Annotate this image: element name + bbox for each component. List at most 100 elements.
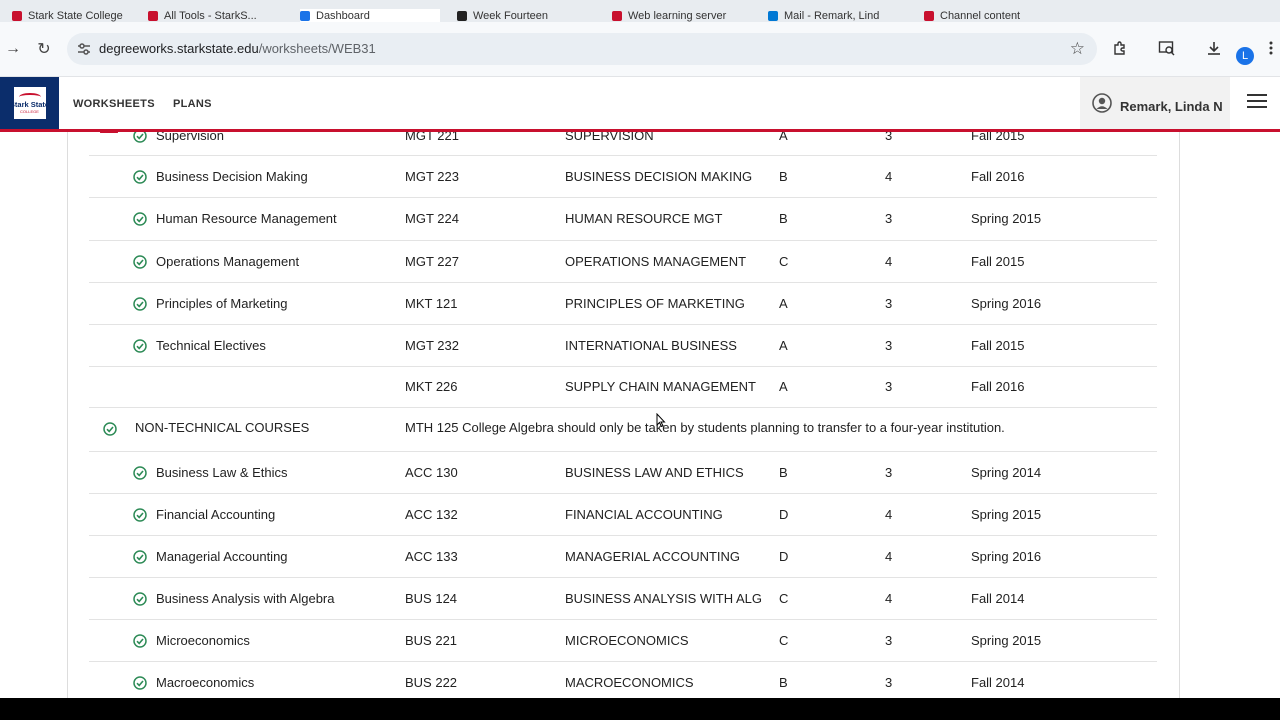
cell-grade: C [779,591,789,606]
browser-tab[interactable]: Week Fourteen [457,9,597,22]
browser-tab[interactable]: Stark State College [12,9,152,22]
cell-title: FINANCIAL ACCOUNTING [565,507,723,522]
url-path: /worksheets/WEB31 [258,41,376,56]
cell-req: Financial Accounting [156,507,276,522]
degreeworks-app: Supervision MGT 221 SUPERVISION A 3 Fall 2015… [0,77,1280,698]
cell-course[interactable]: BUS 124 [405,591,457,606]
extensions-icon[interactable] [1109,37,1131,59]
cell-req: Business Analysis with Algebra [156,591,335,606]
site-info-icon[interactable] [76,41,92,57]
cell-title: BUSINESS ANALYSIS WITH ALG [565,591,762,606]
tab-title: All Tools - StarkS... [164,10,257,22]
cell-course[interactable]: MGT 232 [405,338,459,353]
cell-req: Business Decision Making [156,169,308,184]
browser-menu-icon[interactable] [1264,37,1278,59]
download-icon[interactable] [1203,37,1225,59]
cell-grade: D [779,549,789,564]
complete-check-icon [133,255,147,269]
course-row[interactable]: Managerial Accounting ACC 133 MANAGERIAL A… [89,536,1157,578]
cell-course[interactable]: MGT 227 [405,254,459,269]
hamburger-menu-icon[interactable] [1247,94,1267,110]
cell-req: Principles of Marketing [156,296,288,311]
nav-plans[interactable]: PLANS [173,98,212,110]
course-row[interactable]: Business Analysis with Algebra BUS 124 BUS… [89,578,1157,620]
tab-title: Channel content [940,10,1021,22]
cell-course[interactable]: MGT 223 [405,169,459,184]
cell-course[interactable]: MKT 226 [405,379,458,394]
cell-term: Fall 2015 [971,254,1025,269]
course-row[interactable]: Technical Electives MGT 232 INTERNATIONAL … [89,325,1157,367]
browser-tab[interactable]: Channel content [924,9,1064,22]
course-row[interactable]: Business Decision Making MGT 223 BUSINESS … [89,156,1157,198]
cell-course[interactable]: ACC 133 [405,549,458,564]
forward-icon[interactable]: → [3,39,23,59]
browser-tab[interactable]: All Tools - StarkS... [148,9,288,22]
tab-title: Stark State College [28,10,123,22]
course-row[interactable]: Principles of Marketing MKT 121 PRINCIPLES… [89,283,1157,325]
cell-title: INTERNATIONAL BUSINESS [565,338,737,353]
cell-grade: B [779,465,788,480]
cell-credits: 3 [885,633,893,648]
cell-term: Fall 2016 [971,379,1025,394]
cell-term: Spring 2015 [971,507,1042,522]
section-complete-check-icon [103,422,117,436]
complete-check-icon [133,634,147,648]
cell-credits: 3 [885,338,893,353]
browser-tab[interactable]: Dashboard [300,9,440,22]
cell-credits: 3 [885,675,893,690]
cell-title: HUMAN RESOURCE MGT [565,211,723,226]
course-row[interactable]: Microeconomics BUS 221 MICROECONOMICS C 3 Spr… [89,620,1157,662]
cell-grade: B [779,211,788,226]
cell-grade: B [779,169,788,184]
cell-course[interactable]: MKT 121 [405,296,458,311]
cell-course[interactable]: MGT 224 [405,211,459,226]
tab-title: Dashboard [316,10,370,22]
cell-req: Managerial Accounting [156,549,288,564]
cell-course[interactable]: BUS 222 [405,675,457,690]
course-row[interactable]: Macroeconomics BUS 222 MACROECONOMICS B 3 Fal… [89,662,1157,698]
cell-course[interactable]: ACC 130 [405,465,458,480]
cell-grade: C [779,254,789,269]
cell-course[interactable]: ACC 132 [405,507,458,522]
cell-term: Spring 2016 [971,296,1042,311]
tab-favicon-icon [300,11,310,21]
url-host: degreeworks.starkstate.edu [99,41,259,56]
cell-grade: D [779,507,789,522]
cell-credits: 4 [885,254,893,269]
cell-credits: 3 [885,296,893,311]
profile-avatar[interactable]: L [1236,47,1254,65]
course-row[interactable]: MKT 226 SUPPLY CHAIN MANAGEMENT A 3 Fall 201… [89,366,1157,408]
complete-check-icon [133,297,147,311]
tab-title: Week Fourteen [473,10,549,22]
browser-tab[interactable]: Web learning server [612,9,752,22]
user-menu[interactable]: Remark, Linda N [1080,77,1230,129]
course-row[interactable]: Business Law & Ethics ACC 130 BUSINESS LAW… [89,452,1157,494]
browser-tab[interactable]: Mail - Remark, Lind [768,9,908,22]
college-logo[interactable]: Stark State COLLEGE [0,77,59,129]
tab-favicon-icon [12,11,22,21]
tab-favicon-icon [612,11,622,21]
cell-credits: 4 [885,169,893,184]
cell-credits: 4 [885,549,893,564]
complete-check-icon [133,212,147,226]
bookmark-star-icon[interactable]: ☆ [1070,39,1085,59]
complete-check-icon [133,339,147,353]
course-row[interactable]: Operations Management MGT 227 OPERATIONS M… [89,241,1157,283]
tab-favicon-icon [768,11,778,21]
address-bar[interactable]: degreeworks.starkstate.edu/worksheets/WE… [67,33,1097,65]
nav-worksheets[interactable]: WORKSHEETS [73,98,155,110]
cell-term: Spring 2015 [971,211,1042,226]
cell-grade: A [779,379,788,394]
cell-course[interactable]: BUS 221 [405,633,457,648]
reload-icon[interactable]: ↻ [34,39,54,59]
cell-grade: A [779,296,788,311]
cell-term: Fall 2014 [971,591,1025,606]
cell-title: MICROECONOMICS [565,633,689,648]
course-row[interactable]: Human Resource Management MGT 224 HUMAN RE… [89,198,1157,241]
app-header: Stark State COLLEGE WORKSHEETS PLANS Rem… [0,77,1280,132]
browser-tab-strip: Stark State College All Tools - StarkS...… [0,0,1280,22]
course-row[interactable]: Financial Accounting ACC 132 FINANCIAL ACC… [89,494,1157,536]
cell-credits: 3 [885,465,893,480]
tab-search-icon[interactable] [1156,37,1178,59]
worksheet-panel: Supervision MGT 221 SUPERVISION A 3 Fall 2015… [67,77,1180,698]
